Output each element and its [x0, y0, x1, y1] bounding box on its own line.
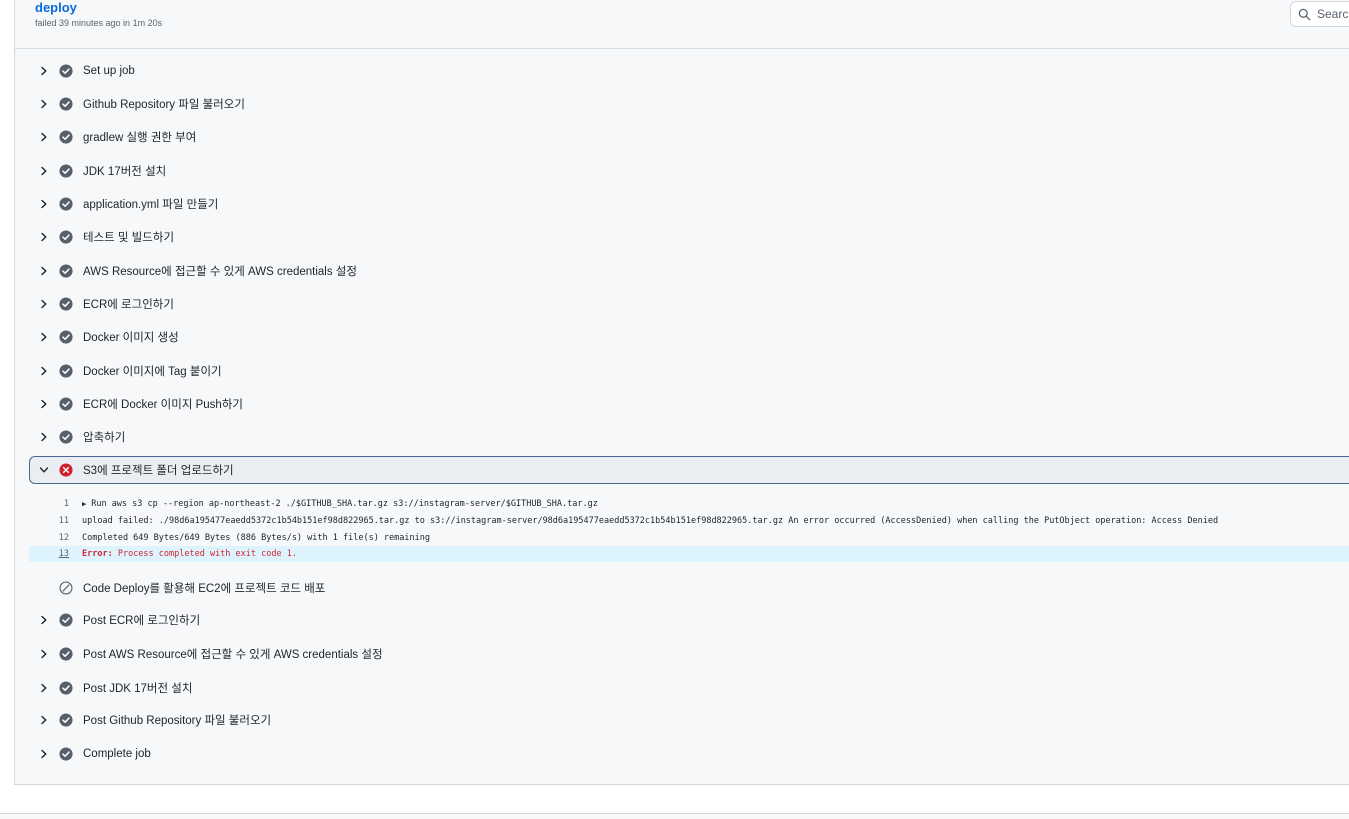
- step-label: Complete job: [83, 748, 151, 760]
- check-circle-fill-icon: [59, 613, 73, 627]
- step-row[interactable]: AWS Resource에 접근할 수 있게 AWS credentials 설…: [29, 257, 1349, 285]
- chevron-right-icon[interactable]: [37, 330, 51, 344]
- step-row[interactable]: application.yml 파일 만들기: [29, 190, 1349, 218]
- step-row[interactable]: Github Repository 파일 불러오기: [29, 90, 1349, 118]
- check-circle-fill-icon: [59, 647, 73, 661]
- step-label: Github Repository 파일 불러오기: [83, 99, 245, 111]
- step-label: Post JDK 17버전 설치: [83, 683, 193, 695]
- log-line[interactable]: 1 ▶ Run aws s3 cp --region ap-northeast-2…: [29, 496, 1349, 512]
- step-label: JDK 17버전 설치: [83, 166, 167, 178]
- step-label: Code Deploy를 활용해 EC2에 프로젝트 코드 배포: [83, 583, 326, 595]
- chevron-right-icon[interactable]: [37, 713, 51, 727]
- step-row[interactable]: 테스트 및 빌드하기: [29, 223, 1349, 251]
- job-status-meta: failed 39 minutes ago in 1m 20s: [35, 18, 163, 28]
- job-logs-panel: deploy failed 39 minutes ago in 1m 20s S…: [14, 0, 1349, 785]
- log-line-text: Completed 649 Bytes/649 Bytes (886 Bytes…: [82, 533, 430, 543]
- step-row[interactable]: JDK 17버전 설치: [29, 157, 1349, 185]
- log-line-number[interactable]: 13: [29, 549, 69, 559]
- chevron-right-icon[interactable]: [37, 264, 51, 278]
- log-line-number[interactable]: 11: [29, 516, 69, 526]
- chevron-right-icon[interactable]: [37, 64, 51, 78]
- chevron-right-icon[interactable]: [37, 297, 51, 311]
- error-keyword: Error:: [82, 549, 113, 559]
- log-line[interactable]: 12 Completed 649 Bytes/649 Bytes (886 By…: [29, 530, 1349, 546]
- chevron-right-icon[interactable]: [37, 364, 51, 378]
- step-label: 테스트 및 빌드하기: [83, 232, 175, 244]
- chevron-right-icon[interactable]: [37, 681, 51, 695]
- chevron-right-icon[interactable]: [37, 197, 51, 211]
- search-logs-input[interactable]: [1317, 7, 1349, 21]
- log-line-error[interactable]: 13 Error: Process completed with exit co…: [29, 546, 1349, 562]
- log-line[interactable]: 11 upload failed: ./98d6a195477eaedd5372…: [29, 513, 1349, 529]
- chevron-right-icon[interactable]: [37, 430, 51, 444]
- chevron-right-icon[interactable]: [37, 164, 51, 178]
- chevron-placeholder: [37, 581, 51, 595]
- check-circle-fill-icon: [59, 64, 73, 78]
- page-bottom-divider: [0, 813, 1349, 819]
- chevron-right-icon[interactable]: [37, 397, 51, 411]
- step-row[interactable]: Docker 이미지 생성: [29, 323, 1349, 351]
- log-line-text: upload failed: ./98d6a195477eaedd5372c1b…: [82, 516, 1219, 526]
- check-circle-fill-icon: [59, 230, 73, 244]
- check-circle-fill-icon: [59, 197, 73, 211]
- step-label: Post ECR에 로그인하기: [83, 615, 201, 627]
- step-label: AWS Resource에 접근할 수 있게 AWS credentials 설…: [83, 266, 357, 278]
- skipped-icon: [59, 581, 73, 595]
- check-circle-fill-icon: [59, 747, 73, 761]
- check-circle-fill-icon: [59, 297, 73, 311]
- step-row[interactable]: Code Deploy를 활용해 EC2에 프로젝트 코드 배포: [29, 574, 1349, 602]
- step-log-output: 1 ▶ Run aws s3 cp --region ap-northeast-2…: [29, 444, 1349, 562]
- step-row[interactable]: Post JDK 17버전 설치: [29, 674, 1349, 702]
- step-label: Docker 이미지에 Tag 붙이기: [83, 366, 222, 378]
- chevron-right-icon[interactable]: [37, 130, 51, 144]
- check-circle-fill-icon: [59, 264, 73, 278]
- chevron-right-icon[interactable]: [37, 647, 51, 661]
- check-circle-fill-icon: [59, 330, 73, 344]
- step-row[interactable]: gradlew 실행 권한 부여: [29, 123, 1349, 151]
- job-title-link[interactable]: deploy: [35, 0, 77, 15]
- step-label: Post AWS Resource에 접근할 수 있게 AWS credenti…: [83, 649, 383, 661]
- chevron-right-icon[interactable]: [37, 230, 51, 244]
- triangle-right-icon[interactable]: ▶: [82, 500, 86, 508]
- step-label: gradlew 실행 권한 부여: [83, 132, 197, 144]
- step-label: Post Github Repository 파일 불러오기: [83, 715, 272, 727]
- step-row[interactable]: Set up job: [29, 57, 1349, 85]
- check-circle-fill-icon: [59, 681, 73, 695]
- check-circle-fill-icon: [59, 130, 73, 144]
- step-label: ECR에 Docker 이미지 Push하기: [83, 399, 243, 411]
- check-circle-fill-icon: [59, 713, 73, 727]
- search-logs-box[interactable]: [1290, 1, 1349, 27]
- step-row[interactable]: Complete job: [29, 740, 1349, 768]
- step-label: 압축하기: [83, 432, 126, 444]
- check-circle-fill-icon: [59, 397, 73, 411]
- check-circle-fill-icon: [59, 164, 73, 178]
- check-circle-fill-icon: [59, 97, 73, 111]
- chevron-right-icon[interactable]: [37, 97, 51, 111]
- job-header: deploy failed 39 minutes ago in 1m 20s: [15, 0, 1349, 49]
- log-line-number[interactable]: 1: [29, 499, 69, 509]
- log-line-text: Process completed with exit code 1.: [112, 549, 297, 559]
- step-label: ECR에 로그인하기: [83, 299, 174, 311]
- step-label: Docker 이미지 생성: [83, 332, 179, 344]
- step-row[interactable]: Post Github Repository 파일 불러오기: [29, 706, 1349, 734]
- step-row[interactable]: ECR에 Docker 이미지 Push하기: [29, 390, 1349, 418]
- step-row[interactable]: Post AWS Resource에 접근할 수 있게 AWS credenti…: [29, 640, 1349, 668]
- step-label: Set up job: [83, 65, 135, 77]
- log-line-text: Run aws s3 cp --region ap-northeast-2 ./…: [91, 499, 598, 509]
- step-label: application.yml 파일 만들기: [83, 199, 219, 211]
- search-icon: [1298, 8, 1311, 20]
- step-row[interactable]: Post ECR에 로그인하기: [29, 606, 1349, 634]
- chevron-right-icon[interactable]: [37, 747, 51, 761]
- chevron-right-icon[interactable]: [37, 613, 51, 627]
- check-circle-fill-icon: [59, 430, 73, 444]
- check-circle-fill-icon: [59, 364, 73, 378]
- step-row[interactable]: Docker 이미지에 Tag 붙이기: [29, 357, 1349, 385]
- step-row[interactable]: ECR에 로그인하기: [29, 290, 1349, 318]
- log-line-number[interactable]: 12: [29, 533, 69, 543]
